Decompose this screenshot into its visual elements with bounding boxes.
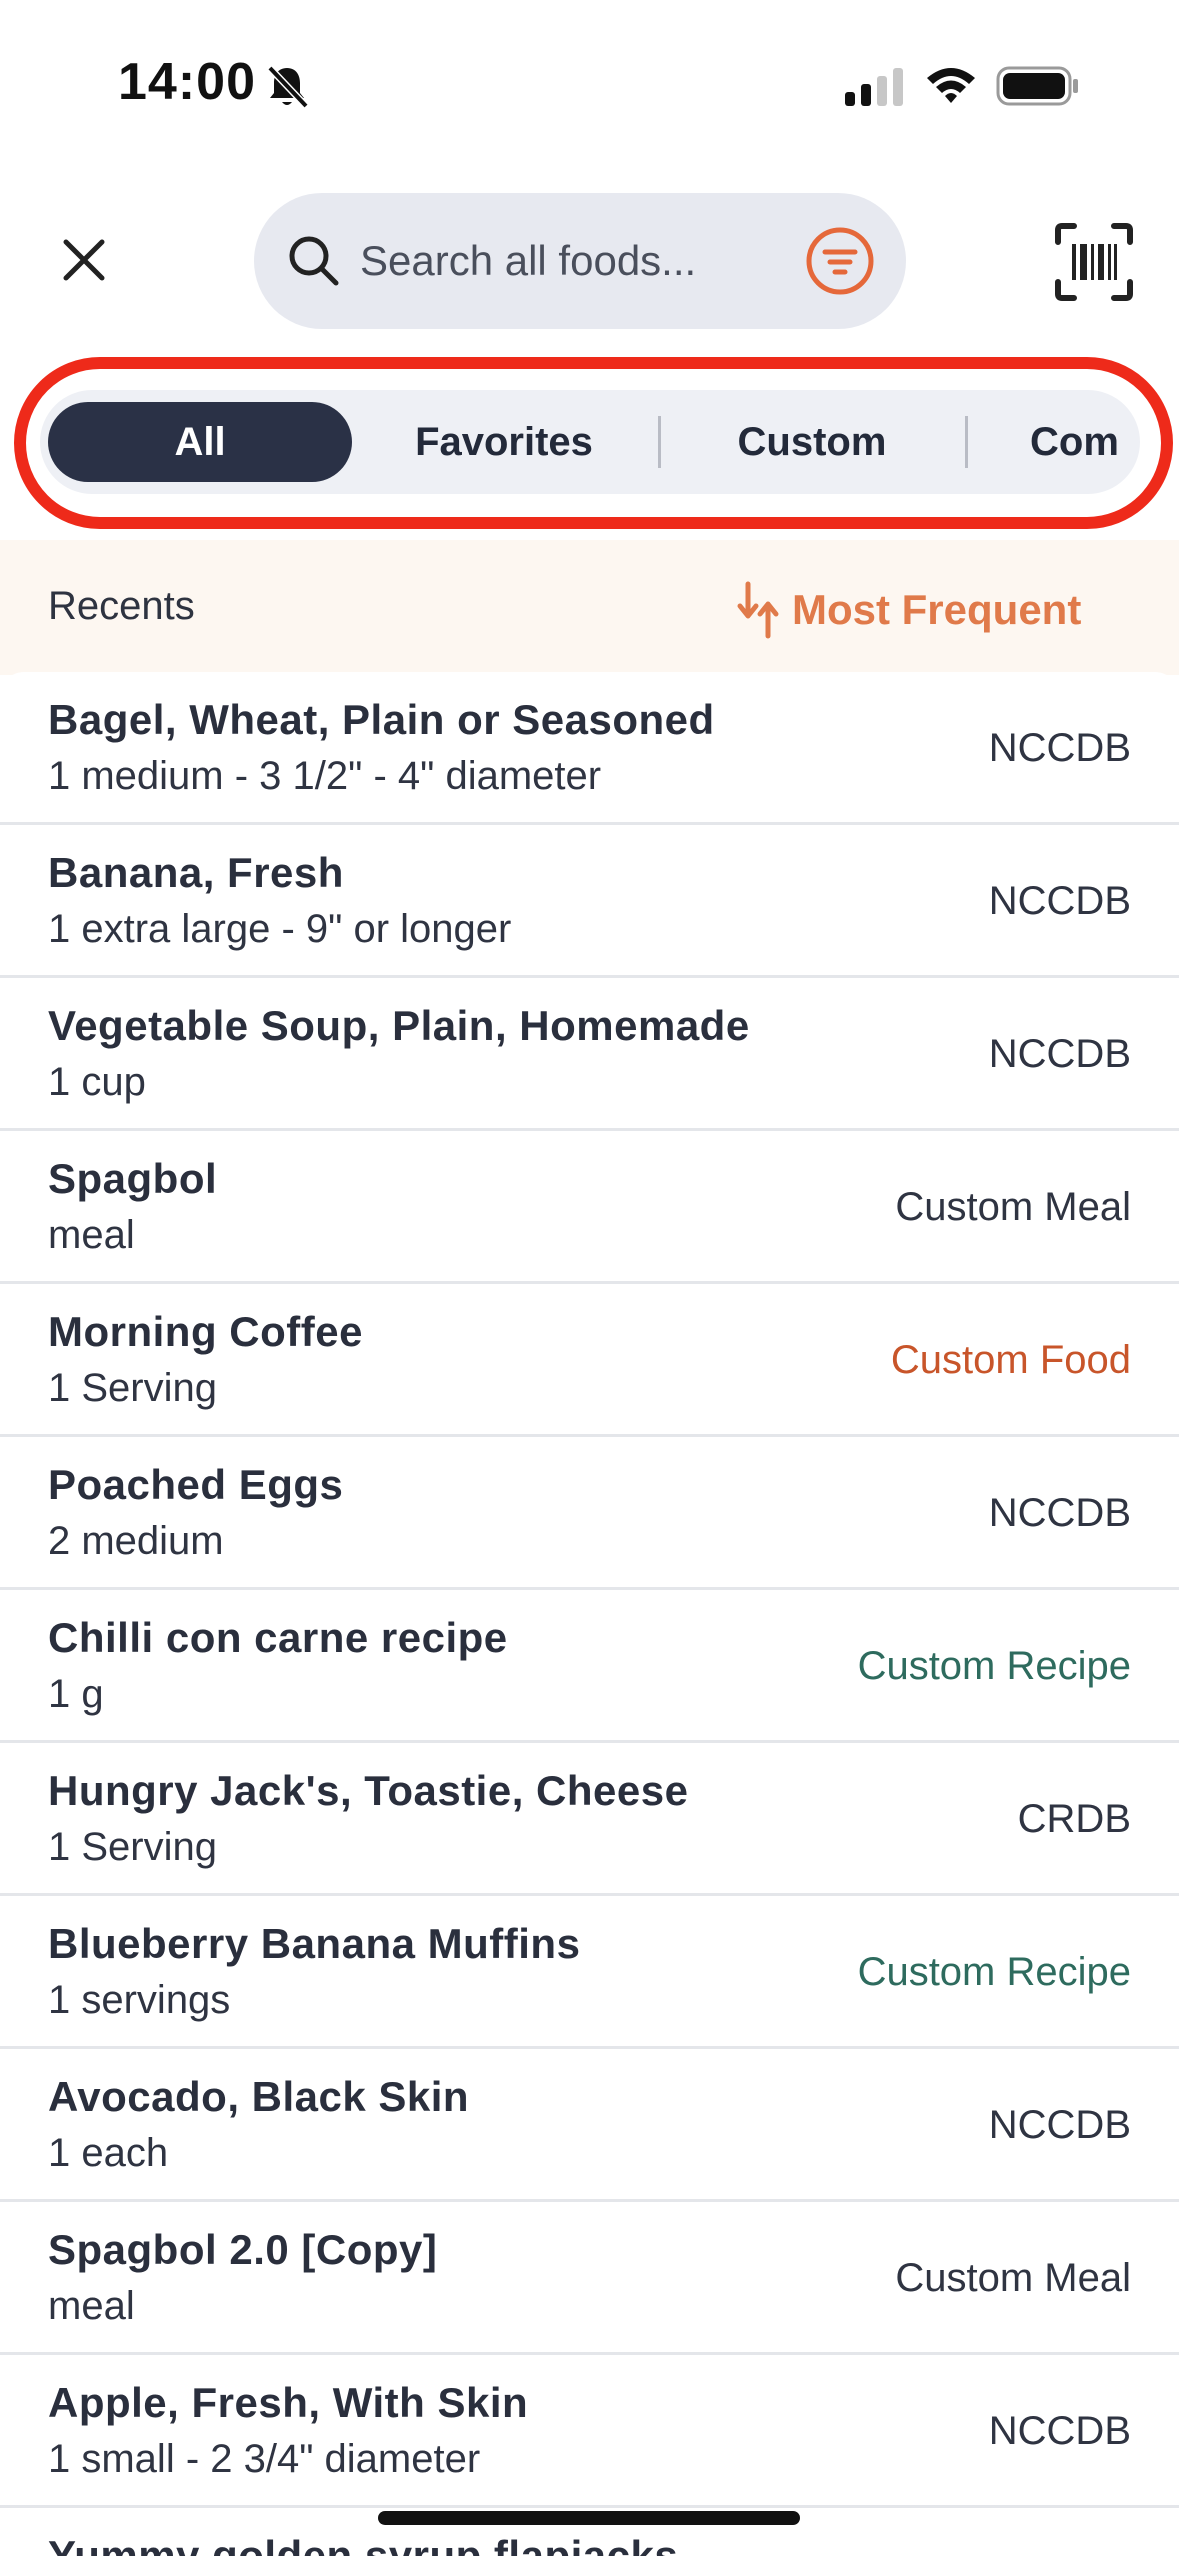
food-source-label: CRDB xyxy=(1017,1797,1131,1841)
food-source-label: NCCDB xyxy=(988,2409,1131,2453)
search-input[interactable] xyxy=(360,221,780,301)
sort-button[interactable]: Most Frequent xyxy=(736,580,1081,640)
food-source-label: Custom Meal xyxy=(895,2256,1131,2300)
food-list-item[interactable]: Poached Eggs 2 medium NCCDB xyxy=(0,1437,1179,1590)
tabs-highlight-outline xyxy=(14,357,1173,529)
food-list-item[interactable]: Blueberry Banana Muffins 1 servings Custom… xyxy=(0,1896,1179,2049)
food-source-label: Custom Meal xyxy=(895,1185,1131,1229)
close-icon xyxy=(63,239,105,281)
search-icon xyxy=(289,236,339,286)
food-name: Chilli con carne recipe xyxy=(48,1614,508,1661)
food-source-label: NCCDB xyxy=(988,726,1131,770)
food-serving: 1 g xyxy=(48,1672,104,1716)
food-source-label: Custom Food xyxy=(890,1338,1131,1382)
sort-arrows-icon xyxy=(737,581,779,639)
food-serving: 2 medium xyxy=(48,1519,224,1563)
food-search-screen: 14:00 Search all foods... All Favorites … xyxy=(0,0,1179,2556)
food-name: Blueberry Banana Muffins xyxy=(48,1920,581,1967)
food-list-item[interactable]: Apple, Fresh, With Skin 1 small - 2 3/4" … xyxy=(0,2355,1179,2508)
food-serving: 1 small - 2 3/4" diameter xyxy=(48,2437,481,2481)
home-indicator xyxy=(378,2511,800,2525)
food-list-item[interactable]: Avocado, Black Skin 1 each NCCDB xyxy=(0,2049,1179,2202)
food-source-label: NCCDB xyxy=(988,2103,1131,2147)
battery-icon xyxy=(996,66,1078,106)
food-name: Vegetable Soup, Plain, Homemade xyxy=(48,1002,750,1049)
close-button[interactable] xyxy=(48,224,120,296)
wifi-icon xyxy=(927,68,975,103)
food-serving: 1 extra large - 9" or longer xyxy=(48,907,512,951)
food-serving: meal xyxy=(48,1213,135,1257)
food-source-label: Custom Recipe xyxy=(857,1644,1131,1688)
food-serving: 1 cup xyxy=(48,1060,146,1104)
status-time: 14:00 xyxy=(118,53,256,111)
food-list-item[interactable]: Chilli con carne recipe 1 g Custom Recipe xyxy=(0,1590,1179,1743)
bell-muted-icon xyxy=(267,65,309,109)
food-name: Poached Eggs xyxy=(48,1461,344,1508)
food-list-item[interactable]: Spagbol meal Custom Meal xyxy=(0,1131,1179,1284)
status-bar: 14:00 xyxy=(0,0,1179,170)
food-source-label: Custom Recipe xyxy=(857,1950,1131,1994)
food-source-label: NCCDB xyxy=(988,879,1131,923)
food-list-item[interactable]: Vegetable Soup, Plain, Homemade 1 cup NCCD… xyxy=(0,978,1179,1131)
food-list-item[interactable]: Hungry Jack's, Toastie, Cheese 1 Serving C… xyxy=(0,1743,1179,1896)
food-list: Bagel, Wheat, Plain or Seasoned 1 medium … xyxy=(0,672,1179,2556)
food-name: Avocado, Black Skin xyxy=(48,2073,470,2120)
food-name: Spagbol xyxy=(48,1155,218,1202)
food-serving: 1 Serving xyxy=(48,1825,217,1869)
search-bar[interactable] xyxy=(254,193,906,329)
food-name: Yummy golden syrup flapjacks xyxy=(48,2532,679,2556)
food-list-item[interactable]: Bagel, Wheat, Plain or Seasoned 1 medium … xyxy=(0,672,1179,825)
food-name: Bagel, Wheat, Plain or Seasoned xyxy=(48,696,715,743)
food-list-item[interactable]: Morning Coffee 1 Serving Custom Food xyxy=(0,1284,1179,1437)
food-name: Hungry Jack's, Toastie, Cheese xyxy=(48,1767,689,1814)
food-serving: 1 Serving xyxy=(48,1366,217,1410)
barcode-scan-icon[interactable] xyxy=(1054,222,1134,302)
food-list-item[interactable]: Spagbol 2.0 [Copy] meal Custom Meal xyxy=(0,2202,1179,2355)
food-name: Spagbol 2.0 [Copy] xyxy=(48,2226,438,2273)
sort-label: Most Frequent xyxy=(792,586,1082,633)
food-name: Apple, Fresh, With Skin xyxy=(48,2379,529,2426)
recents-label: Recents xyxy=(48,584,195,628)
food-source-label: NCCDB xyxy=(988,1491,1131,1535)
food-serving: 1 medium - 3 1/2" - 4" diameter xyxy=(48,754,602,798)
food-source-label: NCCDB xyxy=(988,1032,1131,1076)
food-name: Banana, Fresh xyxy=(48,849,344,896)
filter-icon[interactable] xyxy=(804,225,876,297)
food-serving: meal xyxy=(48,2284,135,2328)
cellular-signal-icon xyxy=(845,68,903,106)
food-serving: 1 each xyxy=(48,2131,169,2175)
food-name: Morning Coffee xyxy=(48,1308,363,1355)
recents-header: Recents Most Frequent xyxy=(0,540,1179,675)
food-list-item[interactable]: Banana, Fresh 1 extra large - 9" or longe… xyxy=(0,825,1179,978)
food-serving: 1 servings xyxy=(48,1978,231,2022)
